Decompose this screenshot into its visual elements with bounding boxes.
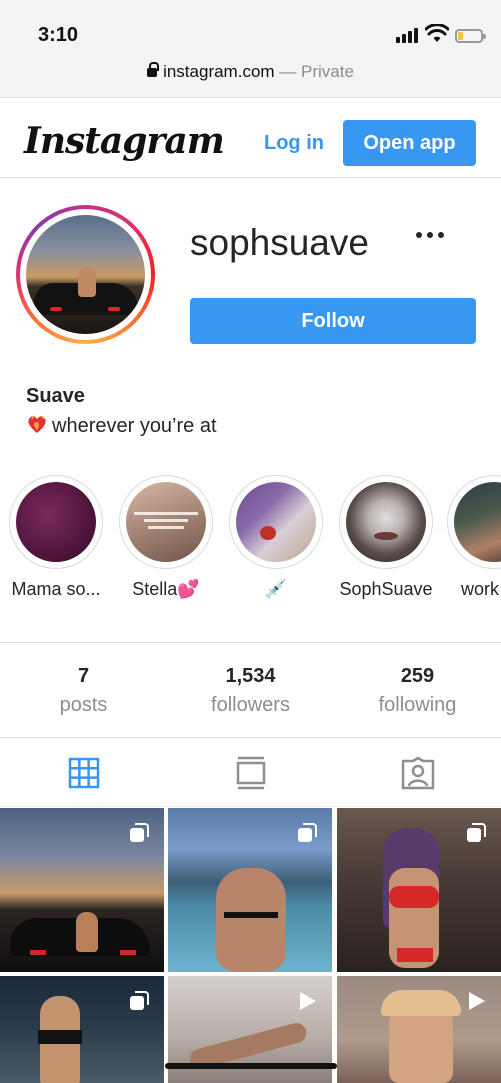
- feed-icon: [236, 756, 265, 789]
- profile-tabs: [0, 739, 501, 807]
- highlight-label: SophSuave: [339, 579, 433, 599]
- following-value: 259: [400, 665, 435, 687]
- highlight-item[interactable]: Mama so...: [7, 475, 105, 600]
- following-count[interactable]: 259 following: [334, 643, 501, 737]
- highlight-item[interactable]: work: [447, 475, 501, 600]
- tab-tagged[interactable]: [334, 739, 501, 806]
- profile-stats: 7 posts 1,534 followers 259 following: [0, 642, 501, 738]
- highlight-label: work: [461, 579, 500, 599]
- video-play-icon: [300, 992, 316, 1010]
- burning-heart-icon: [28, 415, 46, 433]
- post-thumbnail[interactable]: [0, 808, 164, 972]
- app-header: Instagram Log in Open app: [0, 110, 501, 178]
- highlight-label: Mama so...: [11, 579, 101, 599]
- status-bar: 3:10 instagram.com — Private: [0, 0, 501, 98]
- more-options-icon[interactable]: [416, 232, 444, 238]
- carousel-icon: [467, 823, 486, 842]
- battery-icon: [455, 29, 486, 43]
- carousel-icon: [130, 991, 149, 1010]
- post-thumbnail[interactable]: [337, 976, 501, 1083]
- highlight-label: 💉: [264, 579, 288, 599]
- posts-label: posts: [59, 694, 108, 716]
- following-label: following: [378, 694, 457, 716]
- lock-icon: [147, 62, 160, 77]
- highlight-item[interactable]: SophSuave: [337, 475, 435, 600]
- post-thumbnail[interactable]: [337, 808, 501, 972]
- login-link[interactable]: Log in: [264, 132, 324, 155]
- highlight-label: Stella💕: [132, 579, 200, 599]
- followers-count[interactable]: 1,534 followers: [167, 643, 334, 737]
- address-bar[interactable]: instagram.com — Private: [0, 62, 501, 82]
- tab-feed[interactable]: [167, 739, 334, 806]
- profile-bio: wherever you’re at: [26, 413, 217, 438]
- instagram-logo[interactable]: Instagram: [24, 120, 225, 162]
- signal-icon: [396, 28, 418, 43]
- follow-button[interactable]: Follow: [190, 298, 476, 344]
- open-app-button[interactable]: Open app: [343, 120, 476, 166]
- carousel-icon: [298, 823, 317, 842]
- highlight-item[interactable]: 💉: [227, 475, 325, 600]
- highlight-item[interactable]: Stella💕: [117, 475, 215, 600]
- wifi-icon: [425, 24, 449, 42]
- grid-icon: [68, 757, 99, 788]
- profile-username: sophsuave: [190, 222, 369, 263]
- posts-value: 7: [77, 665, 90, 687]
- carousel-icon: [130, 823, 149, 842]
- posts-count[interactable]: 7 posts: [0, 643, 167, 737]
- video-play-icon: [469, 992, 485, 1010]
- post-thumbnail[interactable]: [0, 976, 164, 1083]
- post-thumbnail[interactable]: [168, 808, 332, 972]
- followers-value: 1,534: [225, 665, 276, 687]
- followers-label: followers: [211, 694, 290, 716]
- tab-grid[interactable]: [0, 739, 167, 806]
- home-indicator[interactable]: [165, 1063, 337, 1069]
- clock: 3:10: [38, 24, 79, 46]
- url-private: — Private: [274, 62, 354, 81]
- url-domain: instagram.com: [163, 62, 275, 81]
- avatar-photo: [26, 215, 145, 334]
- tagged-icon: [401, 756, 434, 789]
- profile-display-name: Suave: [26, 385, 85, 407]
- bio-text: wherever you’re at: [52, 415, 217, 437]
- profile-avatar[interactable]: [16, 205, 155, 344]
